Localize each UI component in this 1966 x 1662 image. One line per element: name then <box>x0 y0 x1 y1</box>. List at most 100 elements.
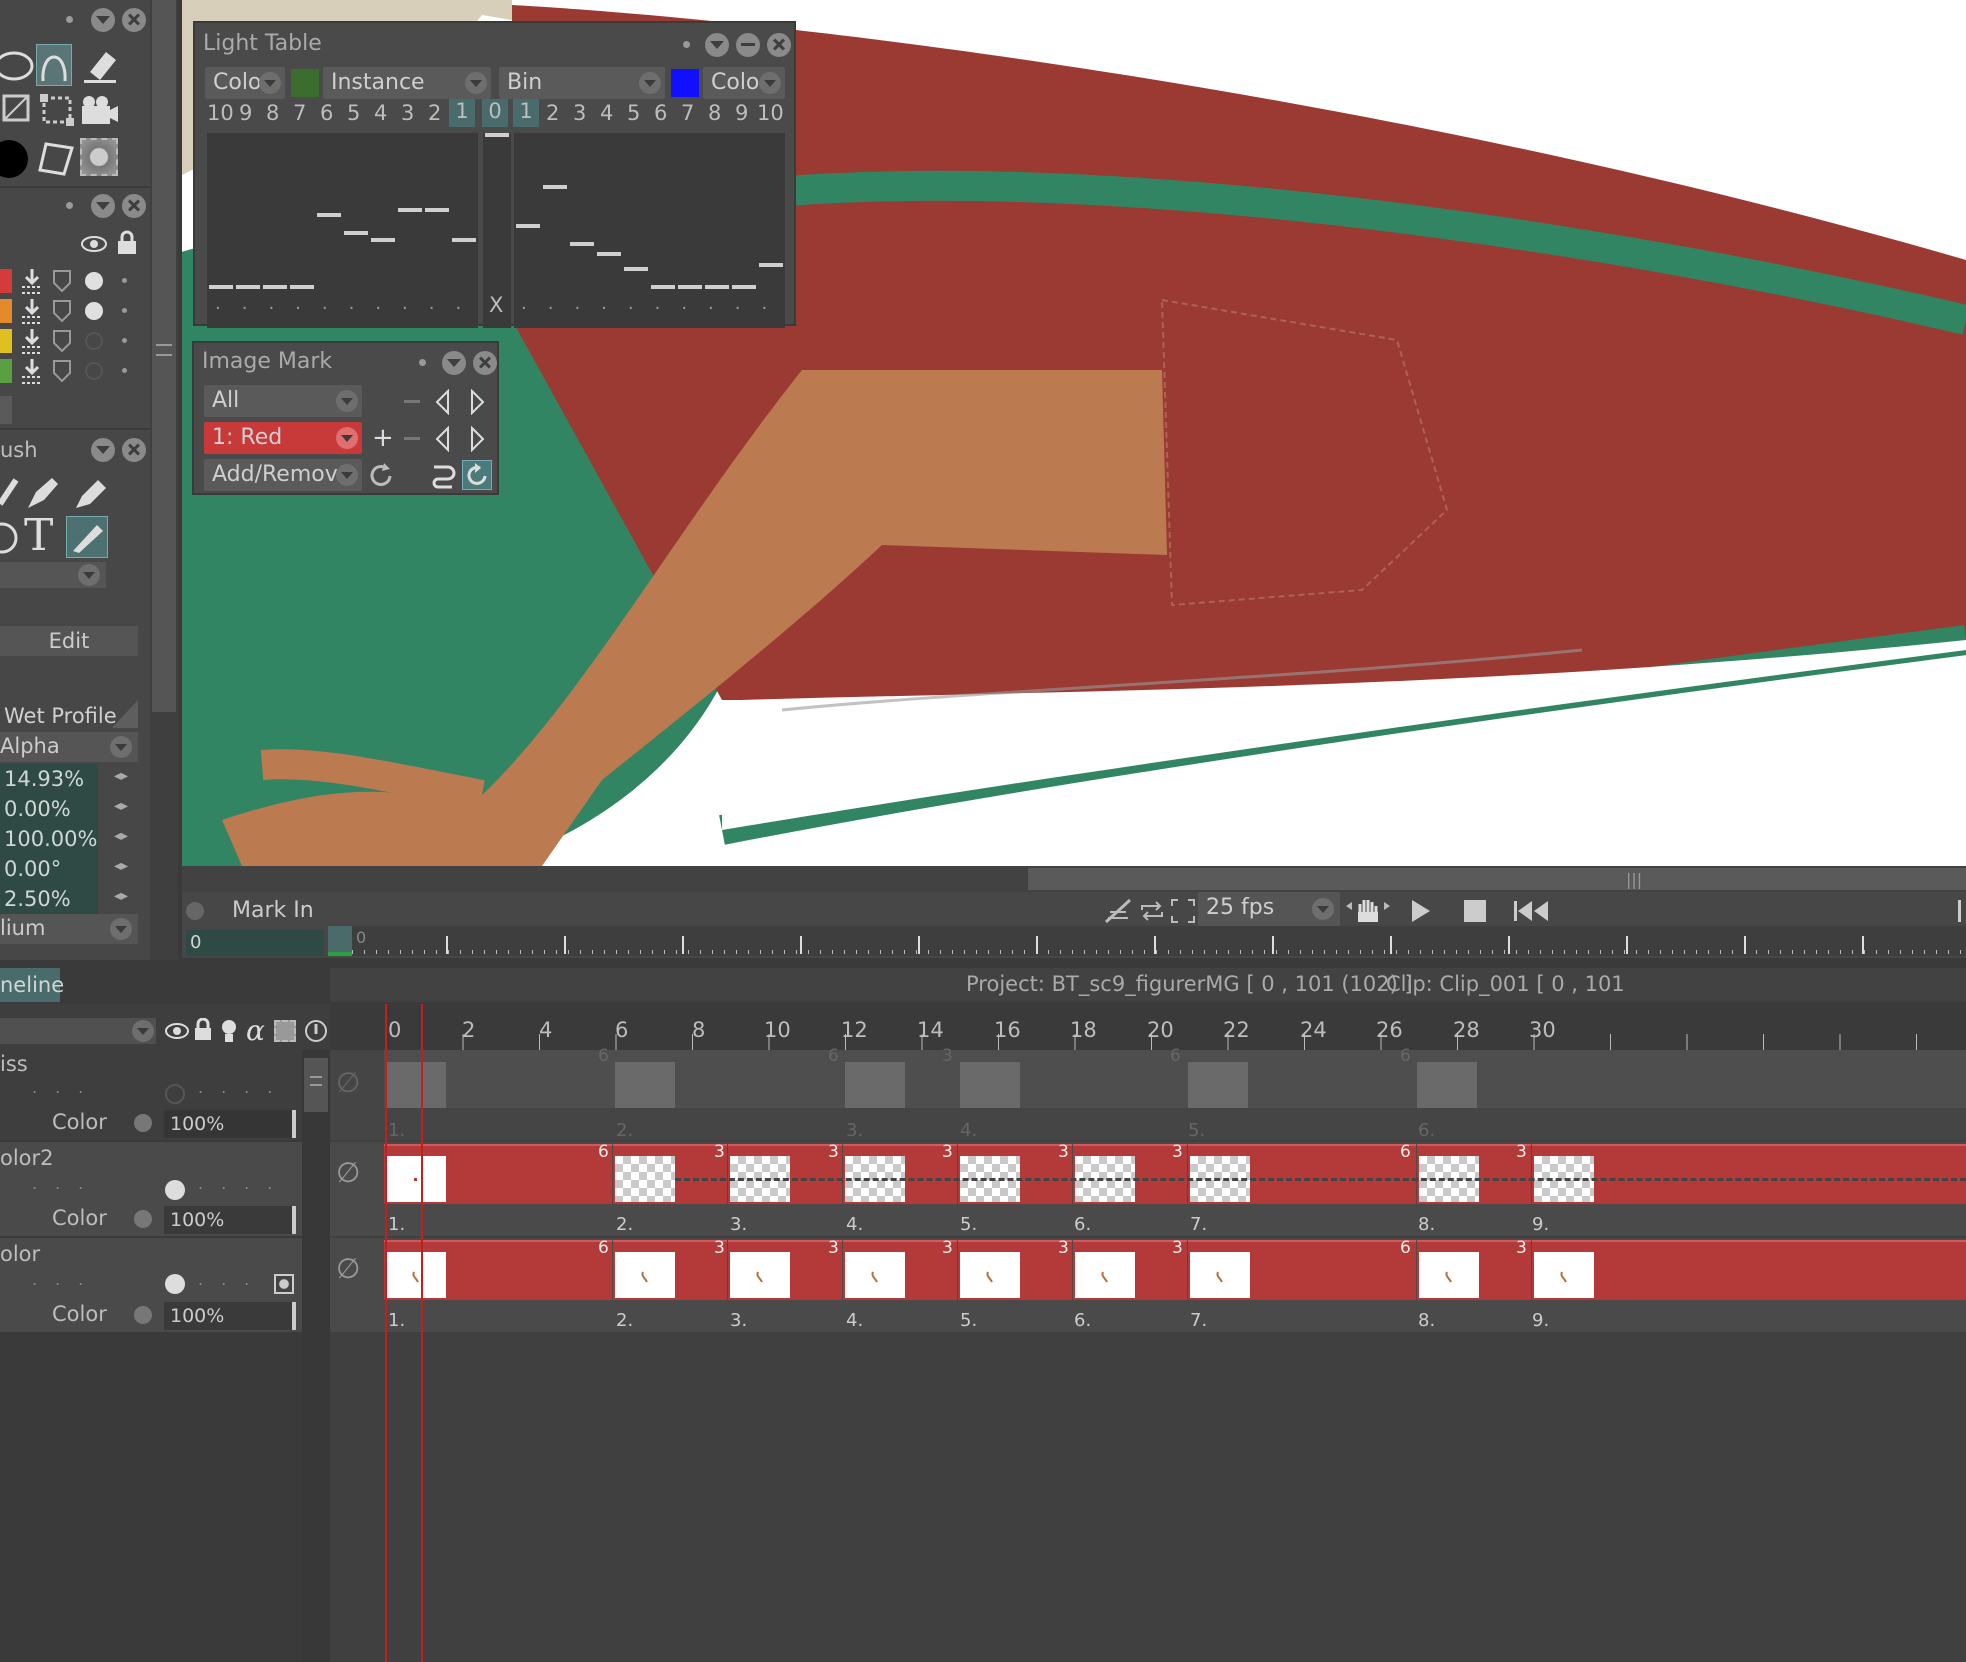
lt-num-9-right[interactable]: 9 <box>735 101 748 125</box>
panel-close-button[interactable] <box>122 8 146 32</box>
layer-row-2[interactable]: olor2 ... .... Color 100% <box>0 1142 302 1236</box>
curve-tool-icon[interactable] <box>36 44 72 86</box>
lock-icon[interactable] <box>116 230 138 256</box>
texture-tool-icon[interactable] <box>80 138 118 176</box>
lt-num-6-left[interactable]: 6 <box>320 101 333 125</box>
minimize-button[interactable] <box>736 33 760 57</box>
timeline-playhead-start[interactable] <box>385 1004 387 1662</box>
fullscreen-icon[interactable] <box>1170 898 1196 924</box>
light-bulb-icon[interactable] <box>220 1018 238 1044</box>
pencil-tool-icon[interactable] <box>22 474 62 514</box>
lt-num-4-right[interactable]: 4 <box>600 101 613 125</box>
drawing-frame-9[interactable] <box>1532 1240 1966 1300</box>
track-row-1-thumb[interactable] <box>615 1062 675 1108</box>
next-mark-icon[interactable] <box>468 389 486 415</box>
layers-scroll-stub[interactable] <box>0 396 12 424</box>
blend-mode-icon[interactable] <box>134 1114 152 1132</box>
loop-icon[interactable] <box>1138 898 1166 924</box>
right-mode-dropdown[interactable]: Color <box>703 67 785 99</box>
previous-mark-icon[interactable] <box>434 426 452 452</box>
hscroll-grip-icon[interactable]: ||| <box>1626 870 1642 889</box>
mini-ruler-playhead[interactable] <box>328 926 352 956</box>
scroll-grip-icon[interactable] <box>310 1076 322 1086</box>
mark-in-label[interactable]: Mark In <box>232 898 314 923</box>
track-row-1-thumb[interactable] <box>386 1062 446 1108</box>
row-dot[interactable] <box>122 278 127 283</box>
play-icon[interactable] <box>1408 898 1434 924</box>
import-icon[interactable] <box>20 359 44 385</box>
timeline-ruler[interactable]: 0 2 4 6 8 10 12 14 16 18 20 22 24 26 28 … <box>330 1004 1966 1050</box>
visibility-eye-icon[interactable] <box>164 1022 190 1040</box>
color-layer-row-red[interactable] <box>0 266 150 296</box>
brush-close-button[interactable] <box>122 438 146 462</box>
camera-tool-icon[interactable] <box>80 94 120 126</box>
layer-row-1[interactable]: iss ... .... Color 100% <box>0 1050 302 1140</box>
panel-float-dot[interactable] <box>66 16 73 23</box>
brush-tool-icon[interactable] <box>0 474 20 510</box>
layer-visibility-dot-icon[interactable] <box>165 1180 185 1200</box>
layer-texture-toggle-icon[interactable] <box>274 1274 294 1294</box>
instance-dropdown[interactable]: Instance <box>323 67 491 99</box>
brush-collapse-button[interactable] <box>91 438 115 462</box>
layer-visibility-dot-icon[interactable] <box>165 1274 185 1294</box>
layer-opacity-field[interactable]: 100% <box>164 1206 296 1234</box>
lt-num-3-right[interactable]: 3 <box>573 101 586 125</box>
param-field-3[interactable]: 100.00% <box>0 824 98 854</box>
active-dot-icon[interactable] <box>85 272 103 290</box>
lt-num-zero[interactable]: 0 <box>482 99 508 127</box>
lt-num-9-left[interactable]: 9 <box>239 101 252 125</box>
blend-mode-icon[interactable] <box>134 1306 152 1324</box>
row-dot[interactable] <box>122 338 127 343</box>
lt-num-3-left[interactable]: 3 <box>401 101 414 125</box>
frame-thumb[interactable] <box>386 1252 446 1298</box>
alpha-icon[interactable]: α <box>246 1014 265 1047</box>
previous-mark-icon[interactable] <box>434 389 452 415</box>
stepper-icon[interactable]: ◂▸ <box>114 858 128 874</box>
frame-thumb[interactable] <box>386 1156 446 1202</box>
lt-num-1-left[interactable]: 1 <box>449 99 475 127</box>
smudge-tool-icon[interactable] <box>0 520 20 556</box>
lt-num-6-right[interactable]: 6 <box>654 101 667 125</box>
frame-thumb[interactable] <box>730 1252 790 1298</box>
layer-visibility-dot-icon[interactable] <box>165 1084 185 1104</box>
lt-num-8-left[interactable]: 8 <box>266 101 279 125</box>
track-disabled-icon[interactable]: ∅ <box>336 1066 360 1099</box>
color-layer-row-yellow[interactable] <box>0 326 150 356</box>
hscroll-thumb[interactable] <box>1028 868 1966 890</box>
layers-float-dot[interactable] <box>66 202 73 209</box>
frame-thumb-empty[interactable] <box>615 1156 675 1202</box>
frame-thumb[interactable] <box>845 1252 905 1298</box>
row-dot[interactable] <box>122 368 127 373</box>
mode-dropdown[interactable]: Add/Remove <box>204 459 362 491</box>
timeline-tab[interactable]: neline <box>0 968 64 1002</box>
close-button[interactable] <box>473 351 497 375</box>
right-color-swatch[interactable] <box>671 69 699 97</box>
ellipse-tool-icon[interactable] <box>0 46 34 86</box>
layer-opacity-field[interactable]: 100% <box>164 1302 296 1330</box>
collapse-button[interactable] <box>442 351 466 375</box>
param-field-5[interactable]: 2.50% <box>0 884 98 914</box>
lt-num-2-left[interactable]: 2 <box>428 101 441 125</box>
collapse-button[interactable] <box>705 33 729 57</box>
float-dot-icon[interactable] <box>419 359 426 366</box>
brush-preset-dropdown[interactable] <box>0 562 106 588</box>
shield-icon[interactable] <box>52 329 72 353</box>
layer-row-3[interactable]: olor ... ... Color 100% <box>0 1238 302 1332</box>
frame-thumb[interactable] <box>960 1252 1020 1298</box>
track-row-2[interactable]: ∅ 6 3 3 3 3 3 6 3 1. 2. 3. 4. 5. 6. 7. 8… <box>330 1142 1966 1236</box>
track-row-1-thumb[interactable] <box>845 1062 905 1108</box>
rewind-to-start-icon[interactable] <box>1512 898 1550 924</box>
pen-tool-icon[interactable] <box>66 516 108 558</box>
active-dot-icon[interactable] <box>85 302 103 320</box>
inactive-dot-icon[interactable] <box>85 362 103 380</box>
import-icon[interactable] <box>20 299 44 325</box>
cycle-mode-icon[interactable] <box>462 460 492 490</box>
mark-in-indicator-icon[interactable] <box>186 902 204 920</box>
left-panel-scrollbar[interactable] <box>150 0 178 960</box>
stop-icon[interactable] <box>1464 900 1486 922</box>
scrollbar-thumb[interactable] <box>152 0 176 712</box>
lt-num-7-right[interactable]: 7 <box>681 101 694 125</box>
text-tool-icon[interactable]: T <box>24 512 53 560</box>
close-button[interactable] <box>767 33 791 57</box>
shield-icon[interactable] <box>52 269 72 293</box>
